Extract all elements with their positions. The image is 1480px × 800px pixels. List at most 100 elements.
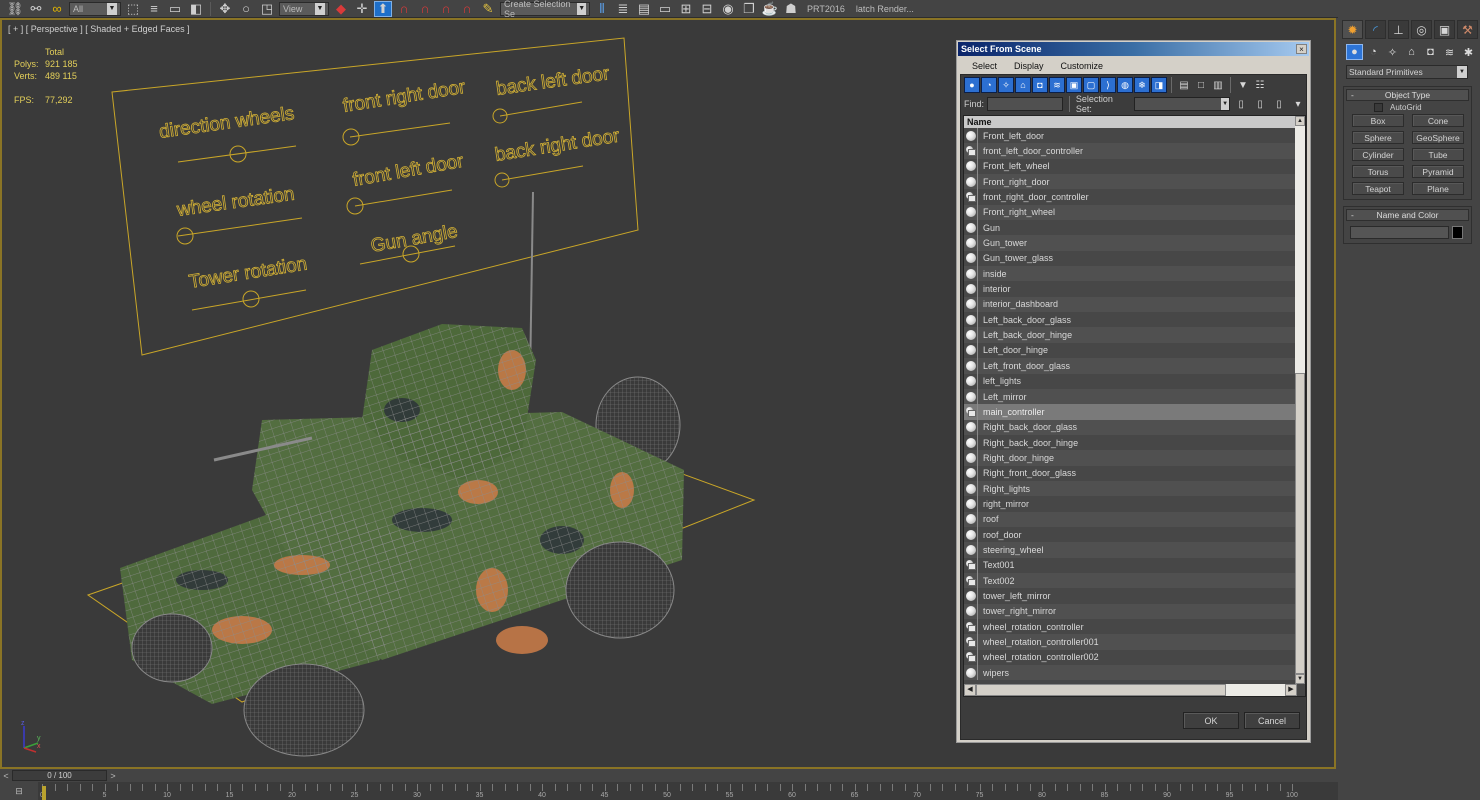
- filter-frozen-icon[interactable]: ❄: [1134, 77, 1150, 93]
- rendered-frame-window-icon[interactable]: ☕: [761, 1, 779, 17]
- list-item[interactable]: wheel_rotation_controller002: [964, 649, 1297, 666]
- vertical-scrollbar[interactable]: ▲ ▼: [1295, 116, 1305, 684]
- filter-bones-icon[interactable]: ⟩: [1100, 77, 1116, 93]
- name-and-color-rollout-header[interactable]: - Name and Color: [1346, 209, 1469, 221]
- snaps-toggle-icon[interactable]: ∩: [395, 1, 413, 17]
- list-item[interactable]: wipers: [964, 665, 1297, 681]
- modify-tab-icon[interactable]: ◜: [1365, 20, 1386, 39]
- find-input[interactable]: [987, 97, 1063, 111]
- primitive-button-sphere[interactable]: Sphere: [1352, 131, 1404, 144]
- angle-snap-icon[interactable]: ∩: [416, 1, 434, 17]
- list-item[interactable]: Text002: [964, 572, 1297, 589]
- primitive-button-geosphere[interactable]: GeoSphere: [1412, 131, 1464, 144]
- reference-coordinate-dropdown[interactable]: View ▼: [279, 1, 329, 16]
- list-item[interactable]: Gun: [964, 220, 1297, 236]
- rectangular-selection-icon[interactable]: ▭: [166, 1, 184, 17]
- list-item[interactable]: front_left_door_controller: [964, 143, 1297, 159]
- batch-render-button[interactable]: latch Render...: [852, 4, 918, 14]
- list-item[interactable]: front_right_door_controller: [964, 189, 1297, 205]
- previous-frame-button[interactable]: <: [0, 770, 12, 781]
- list-item[interactable]: left_lights: [964, 373, 1297, 389]
- unlink-icon[interactable]: ⚯: [27, 1, 45, 17]
- scroll-up-button[interactable]: ▲: [1295, 116, 1305, 126]
- scroll-left-button[interactable]: ◀: [964, 684, 976, 696]
- list-item[interactable]: Left_back_door_glass: [964, 312, 1297, 328]
- select-and-rotate-icon[interactable]: ○: [237, 1, 255, 17]
- bind-space-warp-icon[interactable]: ∞: [48, 1, 66, 17]
- sync-selection-icon[interactable]: ▾: [1290, 96, 1306, 112]
- select-and-scale-icon[interactable]: ◳: [258, 1, 276, 17]
- time-cursor[interactable]: [42, 786, 46, 800]
- display-invert-icon[interactable]: ▥: [1210, 77, 1226, 93]
- filter-lights-icon[interactable]: ✧: [998, 77, 1014, 93]
- list-item[interactable]: Gun_tower_glass: [964, 250, 1297, 267]
- filter-xrefs-icon[interactable]: ▢: [1083, 77, 1099, 93]
- keyboard-shortcut-override-icon[interactable]: ⬆: [374, 0, 392, 17]
- prt-button[interactable]: PRT2016: [803, 4, 849, 14]
- object-type-rollout-header[interactable]: - Object Type: [1346, 89, 1469, 101]
- primitive-button-teapot[interactable]: Teapot: [1352, 182, 1404, 195]
- ok-button[interactable]: OK: [1183, 712, 1239, 729]
- list-item[interactable]: wheel_rotation_controller001: [964, 634, 1297, 650]
- pivot-center-icon[interactable]: ◆: [332, 1, 350, 17]
- selection-set-dropdown[interactable]: ▼: [1134, 97, 1231, 111]
- humvee-model[interactable]: [120, 324, 684, 757]
- filter-helpers-icon[interactable]: ◘: [1032, 77, 1048, 93]
- named-selection-sets-dropdown[interactable]: Create Selection Se ▼: [500, 0, 590, 17]
- list-item[interactable]: Gun_tower: [964, 235, 1297, 251]
- schematic-view-icon[interactable]: ⊟: [698, 1, 716, 17]
- primitive-button-plane[interactable]: Plane: [1412, 182, 1464, 195]
- list-item[interactable]: Front_left_door: [964, 128, 1297, 144]
- cancel-button[interactable]: Cancel: [1244, 712, 1300, 729]
- menu-customize[interactable]: Customize: [1061, 61, 1104, 71]
- render-production-icon[interactable]: ☗: [782, 1, 800, 17]
- column-header-name[interactable]: Name: [964, 116, 1297, 128]
- list-item[interactable]: Right_back_door_glass: [964, 419, 1297, 435]
- list-item[interactable]: Left_door_hinge: [964, 342, 1297, 359]
- render-setup-icon[interactable]: ❐: [740, 1, 758, 17]
- layer-manager-icon[interactable]: ▤: [635, 1, 653, 17]
- list-item[interactable]: right_mirror: [964, 496, 1297, 512]
- next-frame-button[interactable]: >: [107, 770, 119, 781]
- list-item[interactable]: roof: [964, 511, 1297, 527]
- material-editor-icon[interactable]: ◉: [719, 1, 737, 17]
- close-button[interactable]: ×: [1296, 44, 1307, 54]
- primitive-button-torus[interactable]: Torus: [1352, 165, 1404, 178]
- list-item[interactable]: main_controller: [964, 404, 1297, 420]
- scroll-down-button[interactable]: ▼: [1295, 674, 1305, 684]
- select-object-icon[interactable]: ⬚: [124, 1, 142, 17]
- filter-space-warps-icon[interactable]: ≋: [1049, 77, 1065, 93]
- filter-containers-icon[interactable]: ◍: [1117, 77, 1133, 93]
- remove-from-selection-set-icon[interactable]: ▯: [1271, 96, 1287, 112]
- list-item[interactable]: Front_right_wheel: [964, 204, 1297, 221]
- list-item[interactable]: interior_dashboard: [964, 296, 1297, 313]
- list-item[interactable]: Front_left_wheel: [964, 158, 1297, 175]
- select-and-link-icon[interactable]: ⛓: [6, 1, 24, 17]
- spinner-snap-icon[interactable]: ∩: [458, 1, 476, 17]
- selection-filter-dropdown[interactable]: All ▼: [69, 1, 121, 16]
- display-all-icon[interactable]: ▤: [1176, 77, 1192, 93]
- dialog-title-bar[interactable]: Select From Scene ×: [958, 42, 1309, 56]
- list-item[interactable]: Right_lights: [964, 480, 1297, 497]
- list-item[interactable]: tower_left_mirror: [964, 588, 1297, 604]
- utilities-tab-icon[interactable]: ⚒: [1457, 20, 1478, 39]
- lights-category-icon[interactable]: ✧: [1384, 44, 1401, 60]
- display-tab-icon[interactable]: ▣: [1434, 20, 1455, 39]
- autogrid-checkbox[interactable]: AutoGrid: [1374, 103, 1471, 112]
- display-none-icon[interactable]: □: [1193, 77, 1209, 93]
- align-icon[interactable]: ≣: [614, 1, 632, 17]
- primitive-button-tube[interactable]: Tube: [1412, 148, 1464, 161]
- scroll-right-button[interactable]: ▶: [1285, 684, 1297, 696]
- percent-snap-icon[interactable]: ∩: [437, 1, 455, 17]
- manipulate-icon[interactable]: ✛: [353, 1, 371, 17]
- filter-shapes-icon[interactable]: ◔: [981, 77, 997, 93]
- space-warps-category-icon[interactable]: ≋: [1441, 44, 1458, 60]
- edit-named-selection-icon[interactable]: ✎: [479, 1, 497, 17]
- list-item[interactable]: Front_right_door: [964, 174, 1297, 190]
- select-and-move-icon[interactable]: ✥: [216, 1, 234, 17]
- list-item[interactable]: Left_mirror: [964, 388, 1297, 405]
- filter-options-icon[interactable]: ☷: [1252, 77, 1268, 93]
- horizontal-scrollbar[interactable]: ◀ ▶: [964, 684, 1297, 696]
- primitive-button-cylinder[interactable]: Cylinder: [1352, 148, 1404, 161]
- filter-funnel-icon[interactable]: ▼: [1235, 77, 1251, 93]
